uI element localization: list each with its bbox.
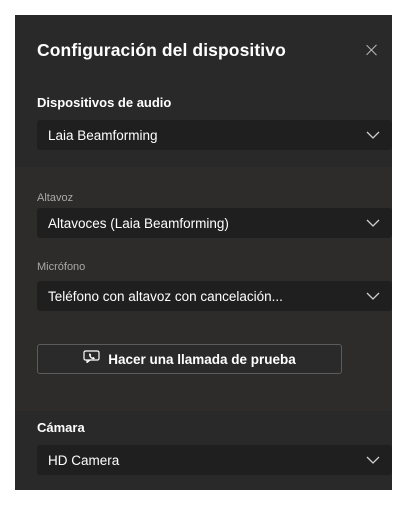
camera-value: HD Camera — [48, 452, 120, 468]
close-icon[interactable] — [366, 44, 378, 56]
microphone-label: Micrófono — [37, 261, 86, 273]
test-call-button[interactable]: Hacer una llamada de prueba — [37, 344, 342, 374]
test-call-icon — [83, 350, 100, 368]
panel-header: Configuración del dispositivo — [37, 38, 378, 62]
camera-label: Cámara — [37, 420, 85, 435]
speaker-label: Altavoz — [37, 192, 74, 204]
device-settings-panel: Configuración del dispositivo Dispositiv… — [15, 15, 392, 490]
audio-device-value: Laia Beamforming — [48, 127, 158, 143]
chevron-down-icon — [366, 131, 380, 139]
test-call-label: Hacer una llamada de prueba — [108, 351, 296, 367]
chevron-down-icon — [366, 456, 380, 464]
microphone-value: Teléfono con altavoz con cancelación... — [48, 288, 283, 304]
speaker-value: Altavoces (Laia Beamforming) — [48, 215, 229, 231]
chevron-down-icon — [366, 292, 380, 300]
microphone-dropdown[interactable]: Teléfono con altavoz con cancelación... — [37, 281, 392, 311]
audio-devices-label: Dispositivos de audio — [37, 95, 172, 110]
speaker-dropdown[interactable]: Altavoces (Laia Beamforming) — [37, 208, 392, 238]
panel-title: Configuración del dispositivo — [37, 39, 286, 60]
audio-device-dropdown[interactable]: Laia Beamforming — [37, 120, 392, 150]
chevron-down-icon — [366, 219, 380, 227]
camera-dropdown[interactable]: HD Camera — [37, 445, 392, 475]
